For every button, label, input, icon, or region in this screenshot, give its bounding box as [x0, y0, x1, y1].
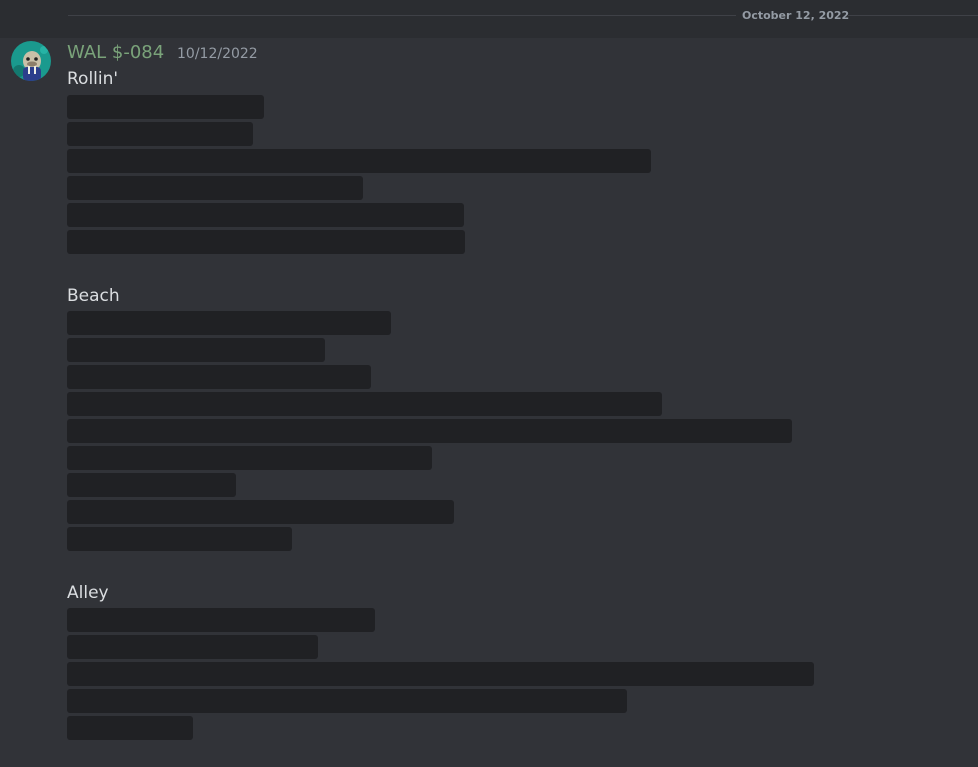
spoiler-line[interactable]	[67, 500, 454, 524]
spoiler-line[interactable]	[67, 311, 391, 335]
spoiler-line[interactable]	[67, 203, 464, 227]
spoiler-line[interactable]	[67, 446, 432, 470]
spoiler-line[interactable]	[67, 527, 292, 551]
spoiler-line[interactable]	[67, 662, 814, 686]
spoiler-line[interactable]	[67, 365, 371, 389]
spoiler-line[interactable]	[67, 230, 465, 254]
spoiler-line[interactable]	[67, 716, 193, 740]
date-divider-label: October 12, 2022	[742, 9, 850, 22]
section-title-beach: Beach	[67, 286, 120, 306]
divider-line-left	[68, 15, 736, 16]
spoiler-line[interactable]	[67, 392, 662, 416]
spoiler-line[interactable]	[67, 608, 375, 632]
spoiler-line[interactable]	[67, 122, 253, 146]
spoiler-line[interactable]	[67, 473, 236, 497]
spoiler-line[interactable]	[67, 149, 651, 173]
spoiler-line[interactable]	[67, 338, 325, 362]
spoiler-line[interactable]	[67, 635, 318, 659]
author-avatar[interactable]	[11, 41, 51, 81]
spoiler-line[interactable]	[67, 419, 792, 443]
section-title-rollin: Rollin'	[67, 69, 119, 89]
message-timestamp[interactable]: 10/12/2022	[177, 46, 258, 62]
walrus-avatar-icon	[11, 41, 51, 81]
spoiler-line[interactable]	[67, 95, 264, 119]
spoiler-line[interactable]	[67, 176, 363, 200]
spoiler-line[interactable]	[67, 689, 627, 713]
divider-line-right	[848, 15, 978, 16]
author-username[interactable]: WAL $-084	[67, 42, 164, 63]
section-title-alley: Alley	[67, 583, 109, 603]
